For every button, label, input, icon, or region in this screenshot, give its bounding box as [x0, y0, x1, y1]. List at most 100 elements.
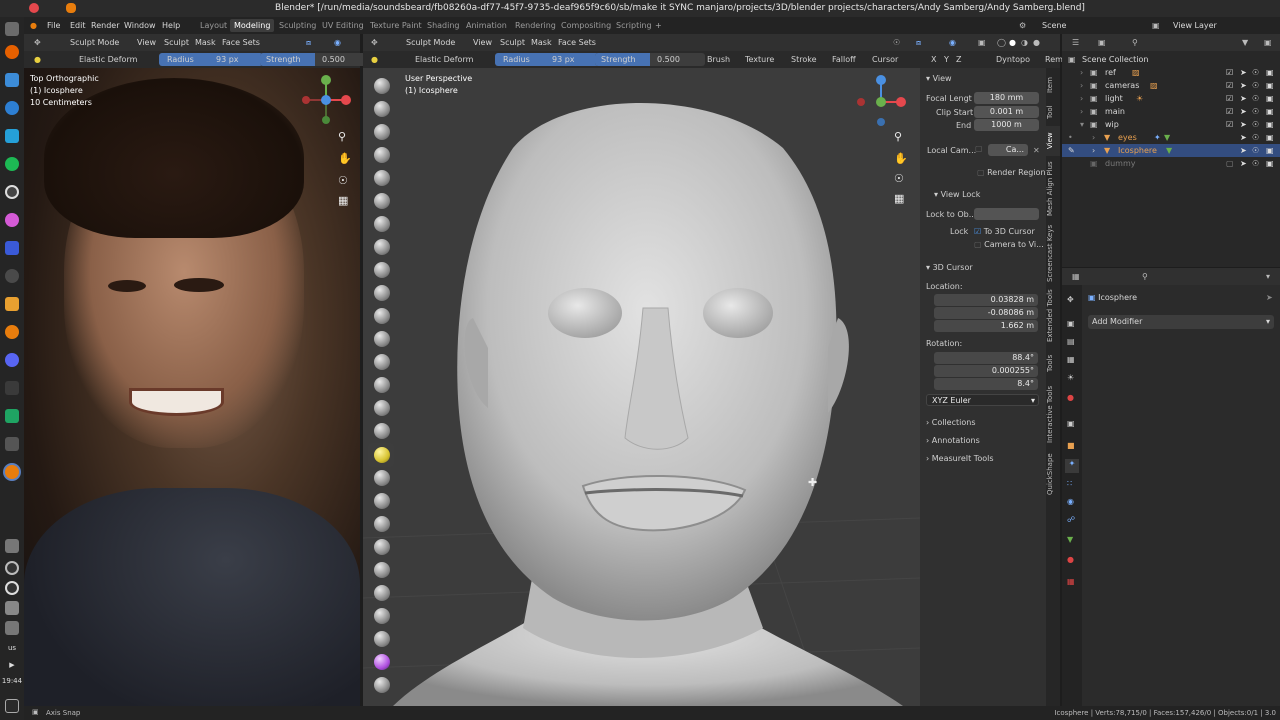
solid-shading-icon[interactable]: ● [1009, 38, 1016, 47]
camera-icon[interactable]: ☉ [338, 174, 348, 187]
keyboard-layout[interactable]: us [0, 644, 24, 652]
tab-sculpting[interactable]: Sculpting [279, 21, 316, 30]
camera-icon[interactable]: ☉ [894, 172, 904, 185]
outliner-row-ref[interactable]: › ▣ ref ▨ ☑ ➤ ☉ ▣ [1062, 66, 1280, 79]
discord-icon[interactable] [5, 353, 19, 367]
wireframe-shading-icon[interactable]: ◯ [997, 38, 1006, 47]
render-region-checkbox[interactable]: ▢ Render Region [977, 168, 1046, 177]
focal-length-field[interactable]: 180 mm [974, 92, 1039, 104]
pin-icon[interactable]: ➤ [1266, 293, 1273, 302]
record-icon[interactable] [5, 561, 19, 575]
new-collection-icon[interactable]: ▣ [1264, 38, 1272, 47]
tab-tools[interactable]: Tools [1046, 348, 1060, 378]
view-object-types-icon[interactable]: ☉ [893, 38, 900, 47]
select-arrow-icon[interactable]: ➤ [1240, 107, 1247, 116]
editor-type-icon[interactable]: ▦ [1072, 272, 1080, 281]
zoom-icon[interactable]: ⚲ [338, 130, 346, 143]
eye-icon[interactable]: ☉ [1252, 133, 1259, 142]
zoom-icon[interactable]: ⚲ [894, 130, 902, 143]
material-tab-icon[interactable]: ● [1067, 555, 1074, 564]
tab-screencast-keys[interactable]: Screencast Keys [1046, 222, 1060, 284]
xray-toggle-icon[interactable]: ▣ [978, 38, 986, 47]
select-arrow-icon[interactable]: ➤ [1240, 68, 1247, 77]
texture-tab-icon[interactable]: ▦ [1067, 577, 1075, 586]
gizmo-toggle-icon[interactable]: ⧈ [306, 38, 311, 48]
menu-sculpt[interactable]: Sculpt [500, 38, 525, 47]
flatten-brush-icon[interactable] [374, 308, 390, 324]
output-tab-icon[interactable]: ▤ [1067, 337, 1075, 346]
brush-icon[interactable]: ● [34, 55, 41, 64]
collection-tab-icon[interactable]: ▣ [1067, 419, 1075, 428]
tab-view[interactable]: View [1046, 126, 1060, 156]
show-desktop-icon[interactable] [5, 699, 19, 713]
view-layer-tab-icon[interactable]: ▦ [1067, 355, 1075, 364]
layer-brush-icon[interactable] [374, 193, 390, 209]
view-panel-header[interactable]: ▾ View [926, 74, 952, 83]
symmetry-z-toggle[interactable]: Z [956, 55, 961, 64]
menu-help[interactable]: Help [162, 21, 180, 30]
tool-tab-icon[interactable]: ✥ [1067, 295, 1074, 304]
scrape-brush-icon[interactable] [374, 354, 390, 370]
main-viewport[interactable]: User Perspective (1) Icosphere ⚲ ✋ ☉ ▦ ✚ [363, 68, 920, 706]
chat-icon[interactable] [5, 157, 19, 171]
menu-sculpt[interactable]: Sculpt [164, 38, 189, 47]
visible-checkbox[interactable]: ☑ [1226, 81, 1233, 90]
view-layer-selector[interactable]: View Layer [1173, 21, 1217, 30]
symmetry-y-toggle[interactable]: Y [944, 55, 949, 64]
eye-icon[interactable]: ☉ [1252, 159, 1259, 168]
local-camera-field[interactable]: Ca... [988, 144, 1028, 156]
particles-tab-icon[interactable]: ∷ [1067, 479, 1072, 488]
reference-viewport[interactable]: Top Orthographic (1) Icosphere 10 Centim… [24, 68, 360, 706]
editor-type-icon[interactable]: ☰ [1072, 38, 1079, 47]
tab-uv-editing[interactable]: UV Editing [322, 21, 364, 30]
search-icon[interactable] [5, 269, 19, 283]
snake-hook-brush-icon[interactable] [374, 470, 390, 486]
outliner-row-light[interactable]: › ▣ light ☀ ☑ ➤ ☉ ▣ [1062, 92, 1280, 105]
tab-texture-paint[interactable]: Texture Paint [370, 21, 422, 30]
app-launcher-icon[interactable] [5, 22, 19, 36]
to-3d-cursor-checkbox[interactable]: ☑ To 3D Cursor [974, 227, 1035, 236]
boundary-brush-icon[interactable] [374, 608, 390, 624]
select-arrow-icon[interactable]: ➤ [1240, 146, 1247, 155]
filter-icon[interactable]: ▼ [1242, 38, 1248, 47]
menu-view[interactable]: View [473, 38, 492, 47]
brush-icon[interactable]: ● [371, 55, 378, 64]
rotate-brush-icon[interactable] [374, 562, 390, 578]
cloth-brush-icon[interactable] [374, 631, 390, 647]
pan-icon[interactable]: ✋ [894, 152, 908, 165]
edit-pen-icon[interactable]: ✎ [1068, 146, 1075, 155]
crease-brush-icon[interactable] [374, 262, 390, 278]
media-icon[interactable] [5, 213, 19, 227]
clip-end-field[interactable]: 1000 m [974, 119, 1039, 131]
data-tab-icon[interactable]: ▼ [1067, 535, 1073, 544]
eye-icon[interactable]: ☉ [1252, 68, 1259, 77]
measureit-panel-header[interactable]: › MeasureIt Tools [926, 454, 994, 463]
close-icon[interactable]: ✕ [1033, 146, 1040, 155]
folder-icon[interactable] [5, 297, 19, 311]
view-lock-header[interactable]: ▾ View Lock [934, 190, 980, 199]
tab-tool[interactable]: Tool [1046, 100, 1060, 124]
obs-icon[interactable] [5, 185, 19, 199]
search-icon[interactable]: ⚲ [1142, 272, 1148, 281]
steam-icon[interactable] [5, 581, 19, 595]
menu-file[interactable]: File [47, 21, 60, 30]
multiplane-scrape-brush-icon[interactable] [374, 377, 390, 393]
draw-brush-icon[interactable] [374, 78, 390, 94]
render-icon[interactable]: ▣ [1266, 159, 1274, 168]
mode-selector[interactable]: Sculpt Mode [58, 38, 119, 47]
visible-checkbox[interactable]: ☑ [1226, 94, 1233, 103]
object-tab-icon[interactable]: ■ [1067, 441, 1075, 450]
collections-panel-header[interactable]: › Collections [926, 418, 976, 427]
brush-name[interactable]: Elastic Deform [415, 55, 473, 64]
rotation-z-field[interactable]: 8.4° [934, 378, 1038, 390]
symmetry-x-toggle[interactable]: X [931, 55, 936, 64]
dyntopo-toggle[interactable]: Dyntopo [996, 55, 1030, 64]
blob-brush-icon[interactable] [374, 239, 390, 255]
tab-rendering[interactable]: Rendering [515, 21, 556, 30]
camera-to-view-checkbox[interactable]: ▢ Camera to Vi... [974, 240, 1044, 249]
blender-task-icon[interactable] [5, 325, 19, 339]
texture-menu[interactable]: Texture [745, 55, 774, 64]
visible-checkbox[interactable]: ☑ [1226, 120, 1233, 129]
tab-shading[interactable]: Shading [427, 21, 460, 30]
add-workspace-button[interactable]: + [655, 21, 662, 30]
